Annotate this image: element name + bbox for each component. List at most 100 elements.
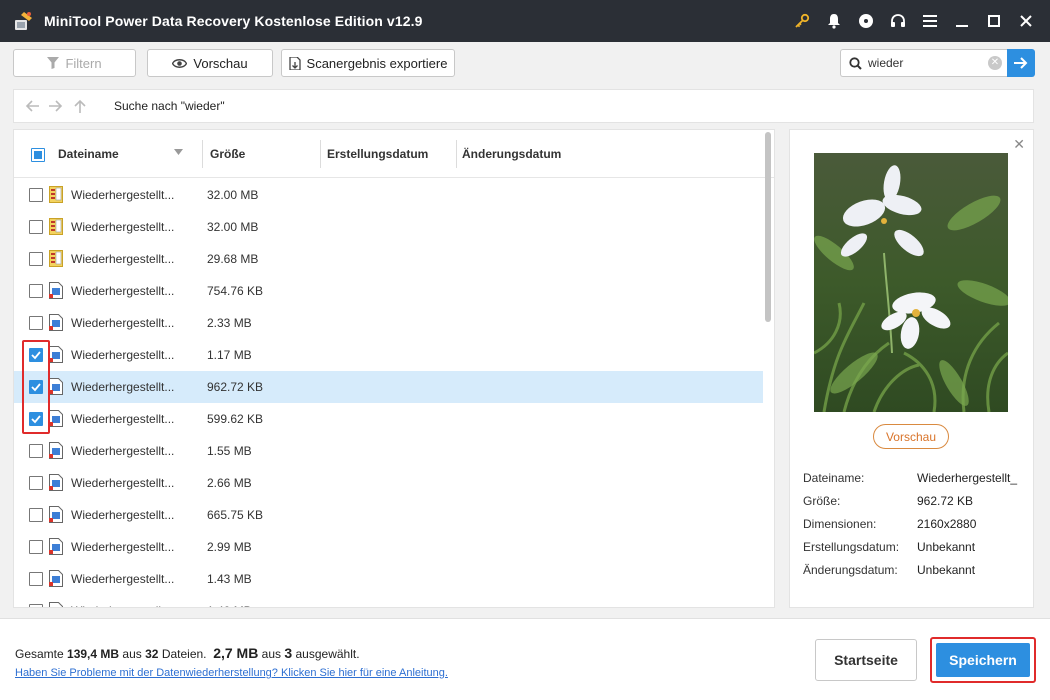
file-size: 599.62 KB	[207, 412, 264, 426]
table-row[interactable]: Wiederhergestellt... 1.43 MB	[14, 563, 763, 595]
forward-arrow-icon[interactable]	[44, 94, 68, 118]
file-size: 1.43 MB	[207, 572, 252, 586]
bell-icon[interactable]	[818, 0, 850, 42]
table-row[interactable]: Wiederhergestellt... 962.72 KB	[14, 371, 763, 403]
search-icon	[849, 56, 862, 70]
preview-image-button[interactable]: Vorschau	[873, 424, 949, 449]
file-name: Wiederhergestellt...	[71, 444, 175, 458]
row-checkbox[interactable]	[29, 508, 43, 522]
save-button-highlight: Speichern	[930, 637, 1036, 683]
home-button[interactable]: Startseite	[815, 639, 917, 681]
headset-icon[interactable]	[882, 0, 914, 42]
image-file-icon	[49, 378, 63, 395]
preview-panel: ✕ Vorschau Dateiname: Wiederhergestellt_…	[789, 129, 1034, 608]
image-file-icon	[49, 474, 63, 491]
image-file-icon	[49, 282, 63, 299]
table-row[interactable]: Wiederhergestellt... 599.62 KB	[14, 403, 763, 435]
image-file-icon	[49, 570, 63, 587]
file-size: 665.75 KB	[207, 508, 264, 522]
close-preview-icon[interactable]: ✕	[1013, 136, 1025, 153]
save-button[interactable]: Speichern	[936, 643, 1030, 677]
search-input[interactable]: wieder	[868, 56, 988, 70]
table-row[interactable]: Wiederhergestellt... 1.55 MB	[14, 435, 763, 467]
column-header-name[interactable]: Dateiname	[58, 147, 119, 161]
column-separator	[456, 140, 457, 168]
search-field[interactable]: wieder ✕	[840, 49, 1008, 77]
export-label: Scanergebnis exportiere	[306, 55, 448, 71]
table-row[interactable]: Wiederhergestellt... 32.00 MB	[14, 179, 763, 211]
select-all-checkbox[interactable]	[31, 148, 45, 162]
table-row[interactable]: Wiederhergestellt... 2.33 MB	[14, 307, 763, 339]
summary-prefix: Gesamte	[15, 647, 64, 661]
table-row[interactable]: Wiederhergestellt... 29.68 MB	[14, 243, 763, 275]
row-checkbox[interactable]	[29, 604, 43, 607]
selection-summary: Gesamte 139,4 MB aus 32 Dateien. 2,7 MB …	[15, 645, 360, 661]
summary-aus-2: aus	[261, 647, 282, 661]
maximize-icon[interactable]	[978, 0, 1010, 42]
row-checkbox[interactable]	[29, 540, 43, 554]
list-scrollbar[interactable]	[765, 132, 771, 322]
sort-down-icon[interactable]	[174, 149, 183, 155]
row-checkbox[interactable]	[29, 444, 43, 458]
info-label-filename: Dateiname:	[803, 471, 865, 485]
column-separator	[320, 140, 321, 168]
selected-size: 2,7 MB	[213, 645, 259, 661]
file-size: 754.76 KB	[207, 284, 264, 298]
clear-search-icon[interactable]: ✕	[988, 56, 1002, 70]
row-checkbox[interactable]	[29, 252, 43, 266]
minimize-icon[interactable]	[946, 0, 978, 42]
up-arrow-icon[interactable]	[68, 94, 92, 118]
file-size: 962.72 KB	[207, 380, 264, 394]
archive-file-icon	[49, 186, 63, 203]
info-value-filename: Wiederhergestellt_	[917, 471, 1018, 485]
row-checkbox[interactable]	[29, 188, 43, 202]
file-name: Wiederhergestellt...	[71, 348, 175, 362]
path-bar: Suche nach "wieder"	[13, 89, 1034, 123]
window-controls	[786, 0, 1042, 42]
image-file-icon	[49, 314, 63, 331]
filter-button[interactable]: Filtern	[13, 49, 136, 77]
close-icon[interactable]	[1010, 0, 1042, 42]
column-header-modified[interactable]: Änderungsdatum	[462, 147, 561, 161]
back-arrow-icon[interactable]	[20, 94, 44, 118]
table-row[interactable]: Wiederhergestellt... 754.76 KB	[14, 275, 763, 307]
export-button[interactable]: Scanergebnis exportiere	[281, 49, 455, 77]
row-checkbox[interactable]	[29, 572, 43, 586]
file-name: Wiederhergestellt...	[71, 604, 174, 607]
menu-icon[interactable]	[914, 0, 946, 42]
file-name: Wiederhergestellt...	[71, 220, 175, 234]
file-name: Wiederhergestellt...	[71, 508, 175, 522]
archive-file-icon	[49, 218, 63, 235]
preview-button[interactable]: Vorschau	[147, 49, 273, 77]
column-header-created[interactable]: Erstellungsdatum	[327, 147, 428, 161]
list-header: Dateiname Größe Erstellungsdatum Änderun…	[14, 130, 774, 178]
help-link[interactable]: Haben Sie Probleme mit der Datenwiederhe…	[15, 667, 448, 679]
key-icon[interactable]	[786, 0, 818, 42]
table-row[interactable]: Wiederhergestellt... 2.99 MB	[14, 531, 763, 563]
info-value-dimensions: 2160x2880	[917, 517, 977, 531]
table-row[interactable]: Wiederhergestellt... 665.75 KB	[14, 499, 763, 531]
file-name: Wiederhergestellt...	[71, 380, 175, 394]
image-file-icon	[49, 410, 63, 427]
total-files: 32	[145, 647, 159, 661]
preview-image	[814, 153, 1008, 412]
file-size: 1.40 MB	[207, 604, 252, 607]
table-row[interactable]: Wiederhergestellt... 1.40 MB	[14, 595, 763, 607]
table-row[interactable]: Wiederhergestellt... 1.17 MB	[14, 339, 763, 371]
file-name: Wiederhergestellt...	[71, 412, 175, 426]
column-header-size[interactable]: Größe	[210, 147, 245, 161]
image-file-icon	[49, 602, 63, 607]
row-checkbox[interactable]	[29, 284, 43, 298]
file-list-panel: Dateiname Größe Erstellungsdatum Änderun…	[13, 129, 775, 608]
image-file-icon	[49, 506, 63, 523]
filter-icon	[47, 57, 60, 69]
arrow-right-icon	[1014, 57, 1028, 69]
row-checkbox[interactable]	[29, 220, 43, 234]
row-checkbox[interactable]	[29, 476, 43, 490]
search-go-button[interactable]	[1007, 49, 1035, 77]
table-row[interactable]: Wiederhergestellt... 32.00 MB	[14, 211, 763, 243]
row-checkbox[interactable]	[29, 316, 43, 330]
table-row[interactable]: Wiederhergestellt... 2.66 MB	[14, 467, 763, 499]
file-size: 2.99 MB	[207, 540, 252, 554]
disc-icon[interactable]	[850, 0, 882, 42]
